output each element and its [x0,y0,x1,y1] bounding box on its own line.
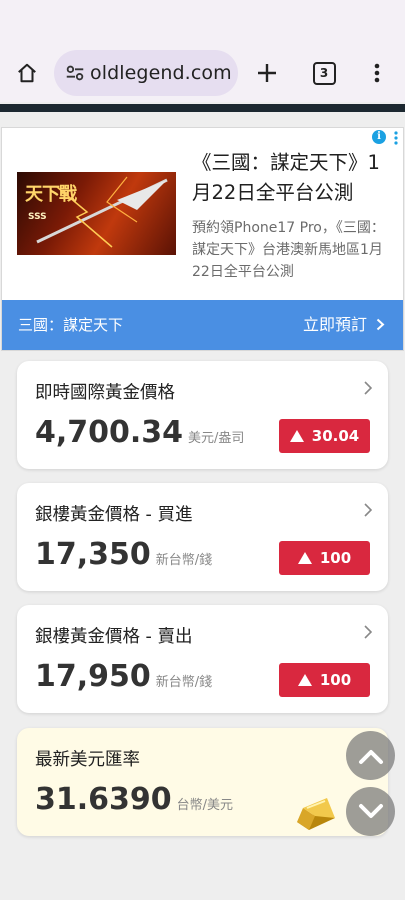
ad-image-logo: 天下戰 [25,184,77,205]
price-unit: 新台幣/錢 [155,553,213,568]
tab-count: 3 [312,61,336,85]
card-shop-gold-buy[interactable]: 銀樓黃金價格 - 買進 17,350 新台幣/錢 100 [17,483,388,591]
tab-switcher-button[interactable]: 3 [310,44,338,102]
card-title: 銀樓黃金價格 - 賣出 [35,627,193,647]
chevron-up-icon [358,749,383,764]
change-badge: 100 [279,541,370,575]
home-icon [18,63,36,83]
change-value: 100 [319,549,352,567]
card-title: 即時國際黃金價格 [35,383,175,403]
home-button[interactable] [10,44,44,102]
site-header-strip [0,104,405,112]
price-unit: 新台幣/錢 [155,675,213,690]
price-number: 17,950 [35,659,151,694]
status-bar [0,0,405,44]
ad-title[interactable]: 《三國：謀定天下》1月22日全平台公測 [192,148,397,208]
price-number: 17,350 [35,537,151,572]
card-shop-gold-sell[interactable]: 銀樓黃金價格 - 賣出 17,950 新台幣/錢 100 [17,605,388,713]
new-tab-button[interactable] [252,44,282,102]
price-number: 4,700.34 [35,415,184,450]
ad-info-icon[interactable]: i [372,130,386,144]
change-badge: 30.04 [279,419,370,453]
chevron-down-icon [358,803,383,818]
up-arrow-icon [297,552,312,564]
ad-more-icon[interactable] [393,130,399,146]
ad-cta-bar[interactable]: 三國：謀定天下 立即預訂 [2,300,403,350]
tune-icon[interactable] [64,62,86,84]
browser-toolbar: oldlegend.com 3 [0,44,405,102]
price-number: 31.6390 [35,782,172,817]
change-badge: 100 [279,663,370,697]
ad-cta-button[interactable]: 立即預訂 [303,300,385,350]
address-bar[interactable]: oldlegend.com [54,50,238,96]
ad-brand: 三國：謀定天下 [18,316,124,334]
price-unit: 台幣/美元 [176,798,234,813]
more-vert-icon [374,63,380,83]
scroll-down-button[interactable] [346,787,395,836]
gold-bar-icon [297,798,335,830]
ad-description[interactable]: 預約領Phone17 Pro，《三國：謀定天下》台港澳新馬地區1月22日全平台公… [192,217,397,283]
ad-cta-label: 立即預訂 [302,315,367,334]
scroll-up-button[interactable] [346,731,395,780]
plus-icon [258,64,276,82]
chevron-right-icon [364,503,372,517]
chevron-right-icon [376,318,385,331]
up-arrow-icon [289,430,304,442]
ad-banner[interactable]: i 天下戰 SSS 《三國：謀定天下》1月22日全平台公測 預約領Phone17… [1,127,404,351]
price-value: 31.6390 台幣/美元 [35,782,233,817]
chevron-right-icon [364,625,372,639]
change-value: 100 [319,671,352,689]
ad-image-rank: SSS [28,212,47,222]
up-arrow-icon [297,674,312,686]
price-value: 17,950 新台幣/錢 [35,659,212,694]
url-text: oldlegend.com [90,62,232,84]
price-value: 17,350 新台幣/錢 [35,537,212,572]
card-title: 最新美元匯率 [35,750,140,770]
more-menu-button[interactable] [364,44,390,102]
price-value: 4,700.34 美元/盎司 [35,415,244,450]
card-title: 銀樓黃金價格 - 買進 [35,505,193,525]
change-value: 30.04 [311,427,360,445]
ad-image[interactable]: 天下戰 SSS [17,172,176,255]
chevron-right-icon [364,381,372,395]
price-unit: 美元/盎司 [188,431,245,446]
card-international-gold[interactable]: 即時國際黃金價格 4,700.34 美元/盎司 30.04 [17,361,388,469]
card-usd-rate[interactable]: 最新美元匯率 31.6390 台幣/美元 [17,728,388,836]
